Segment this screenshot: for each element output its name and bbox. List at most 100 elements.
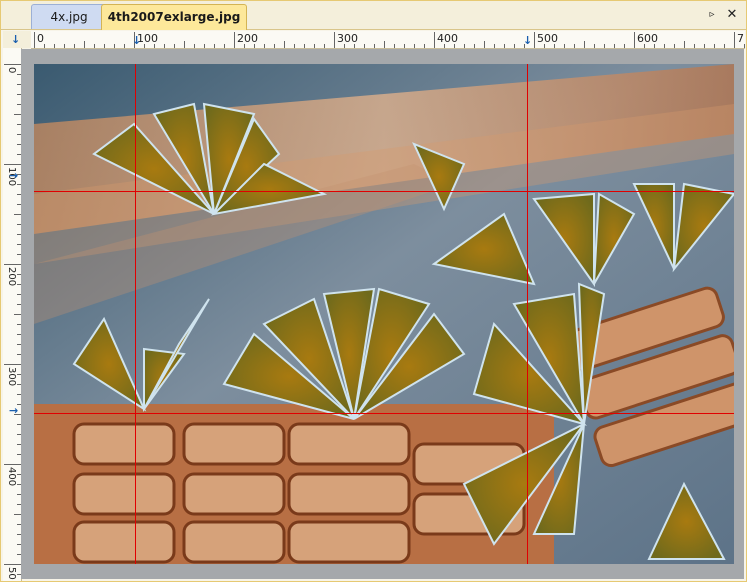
ruler-tick bbox=[104, 44, 105, 48]
ruler-tick bbox=[464, 44, 465, 48]
ruler-tick bbox=[384, 41, 385, 48]
ruler-tick bbox=[284, 41, 285, 48]
guide-line-horizontal[interactable] bbox=[34, 413, 734, 414]
ruler-tick bbox=[224, 44, 225, 48]
horizontal-ruler[interactable]: 0 100 200 300 400 500 600 7 ↓ ↓ bbox=[31, 31, 745, 49]
ruler-tick bbox=[474, 44, 475, 48]
guide-marker-x-icon[interactable]: ↓ bbox=[132, 35, 141, 46]
ruler-tick bbox=[4, 64, 21, 65]
ruler-tick bbox=[404, 44, 405, 48]
ruler-tick bbox=[494, 44, 495, 48]
ruler-tick bbox=[414, 44, 415, 48]
guide-marker-x-icon[interactable]: ↓ bbox=[523, 35, 532, 46]
ruler-label: 300 bbox=[6, 367, 17, 387]
ruler-tick bbox=[74, 44, 75, 48]
ruler-tick bbox=[4, 164, 21, 165]
tab-bar: 4x.jpg 4th2007exlarge.jpg ▹ ✕ bbox=[1, 1, 746, 30]
ruler-tick bbox=[54, 44, 55, 48]
ruler-label: 0 bbox=[37, 32, 44, 45]
ruler-tick bbox=[324, 44, 325, 48]
image-window: 4x.jpg 4th2007exlarge.jpg ▹ ✕ ↓ 0 100 200 3… bbox=[0, 0, 747, 582]
ruler-tick bbox=[394, 44, 395, 48]
ruler-tick bbox=[274, 44, 275, 48]
ruler-tick bbox=[234, 32, 235, 48]
ruler-tick bbox=[734, 32, 735, 48]
ruler-tick bbox=[174, 44, 175, 48]
ruler-label: 50 bbox=[6, 567, 17, 580]
ruler-tick bbox=[34, 32, 35, 48]
ruler-tick bbox=[634, 32, 635, 48]
ruler-tick bbox=[674, 44, 675, 48]
ruler-tick bbox=[724, 44, 725, 48]
ruler-label: 200 bbox=[6, 267, 17, 287]
ruler-tick bbox=[484, 41, 485, 48]
ruler-tick bbox=[714, 44, 715, 48]
ruler-tick bbox=[84, 41, 85, 48]
ruler-tick bbox=[624, 44, 625, 48]
ruler-tick bbox=[294, 44, 295, 48]
tab-scroll-right-button[interactable]: ▹ bbox=[705, 7, 719, 23]
guide-line-vertical[interactable] bbox=[527, 64, 528, 564]
guide-line-horizontal[interactable] bbox=[34, 191, 734, 192]
ruler-tick bbox=[214, 44, 215, 48]
ruler-tick bbox=[514, 44, 515, 48]
ruler-tick bbox=[744, 44, 745, 48]
ruler-label: 600 bbox=[637, 32, 658, 45]
ruler-tick bbox=[504, 44, 505, 48]
ruler-label: 300 bbox=[337, 32, 358, 45]
ruler-label: 500 bbox=[537, 32, 558, 45]
ruler-tick bbox=[614, 44, 615, 48]
image-canvas[interactable] bbox=[21, 49, 744, 579]
ruler-tick bbox=[44, 44, 45, 48]
ruler-tick bbox=[334, 32, 335, 48]
ruler-tick bbox=[424, 44, 425, 48]
ruler-tick bbox=[4, 564, 21, 565]
ruler-label: 200 bbox=[237, 32, 258, 45]
ruler-tick bbox=[64, 44, 65, 48]
ruler-tick bbox=[204, 44, 205, 48]
ruler-tick bbox=[534, 32, 535, 48]
ruler-tick bbox=[604, 44, 605, 48]
ruler-tick bbox=[4, 464, 21, 465]
ruler-tick bbox=[14, 314, 21, 315]
guide-line-vertical[interactable] bbox=[135, 64, 136, 564]
ruler-tick bbox=[4, 364, 21, 365]
ruler-corner: ↓ bbox=[3, 31, 31, 48]
ruler-tick bbox=[704, 44, 705, 48]
vertical-ruler[interactable]: 0 100 200 300 400 50 → → bbox=[3, 48, 22, 581]
ruler-tick bbox=[304, 44, 305, 48]
guide-marker-y-icon[interactable]: → bbox=[9, 170, 18, 181]
ruler-tick bbox=[374, 44, 375, 48]
guide-marker-y-icon[interactable]: → bbox=[9, 405, 18, 416]
tab-4th2007exlarge-jpg[interactable]: 4th2007exlarge.jpg bbox=[101, 4, 247, 30]
ruler-tick bbox=[14, 214, 21, 215]
ruler-tick bbox=[664, 44, 665, 48]
diatom-micrograph-image bbox=[34, 64, 734, 564]
ruler-label: 400 bbox=[437, 32, 458, 45]
tab-4x-jpg[interactable]: 4x.jpg bbox=[31, 4, 107, 29]
ruler-tick bbox=[114, 44, 115, 48]
ruler-tick bbox=[194, 44, 195, 48]
ruler-tick bbox=[364, 44, 365, 48]
ruler-tick bbox=[574, 44, 575, 48]
ruler-tick bbox=[594, 44, 595, 48]
ruler-tick bbox=[434, 32, 435, 48]
ruler-tick bbox=[4, 264, 21, 265]
close-tab-button[interactable]: ✕ bbox=[725, 7, 739, 23]
ruler-tick bbox=[684, 41, 685, 48]
ruler-tick bbox=[264, 44, 265, 48]
ruler-origin-marker-icon: ↓ bbox=[11, 33, 21, 46]
ruler-tick bbox=[694, 44, 695, 48]
ruler-tick bbox=[184, 41, 185, 48]
ruler-tick bbox=[14, 514, 21, 515]
ruler-tick bbox=[584, 41, 585, 48]
ruler-tick bbox=[124, 44, 125, 48]
ruler-tick bbox=[164, 44, 165, 48]
ruler-tick bbox=[564, 44, 565, 48]
ruler-label: 400 bbox=[6, 467, 17, 487]
ruler-tick bbox=[14, 114, 21, 115]
ruler-label: 0 bbox=[6, 67, 17, 74]
ruler-tick bbox=[314, 44, 315, 48]
ruler-label: 7 bbox=[737, 32, 744, 45]
ruler-tick bbox=[94, 44, 95, 48]
